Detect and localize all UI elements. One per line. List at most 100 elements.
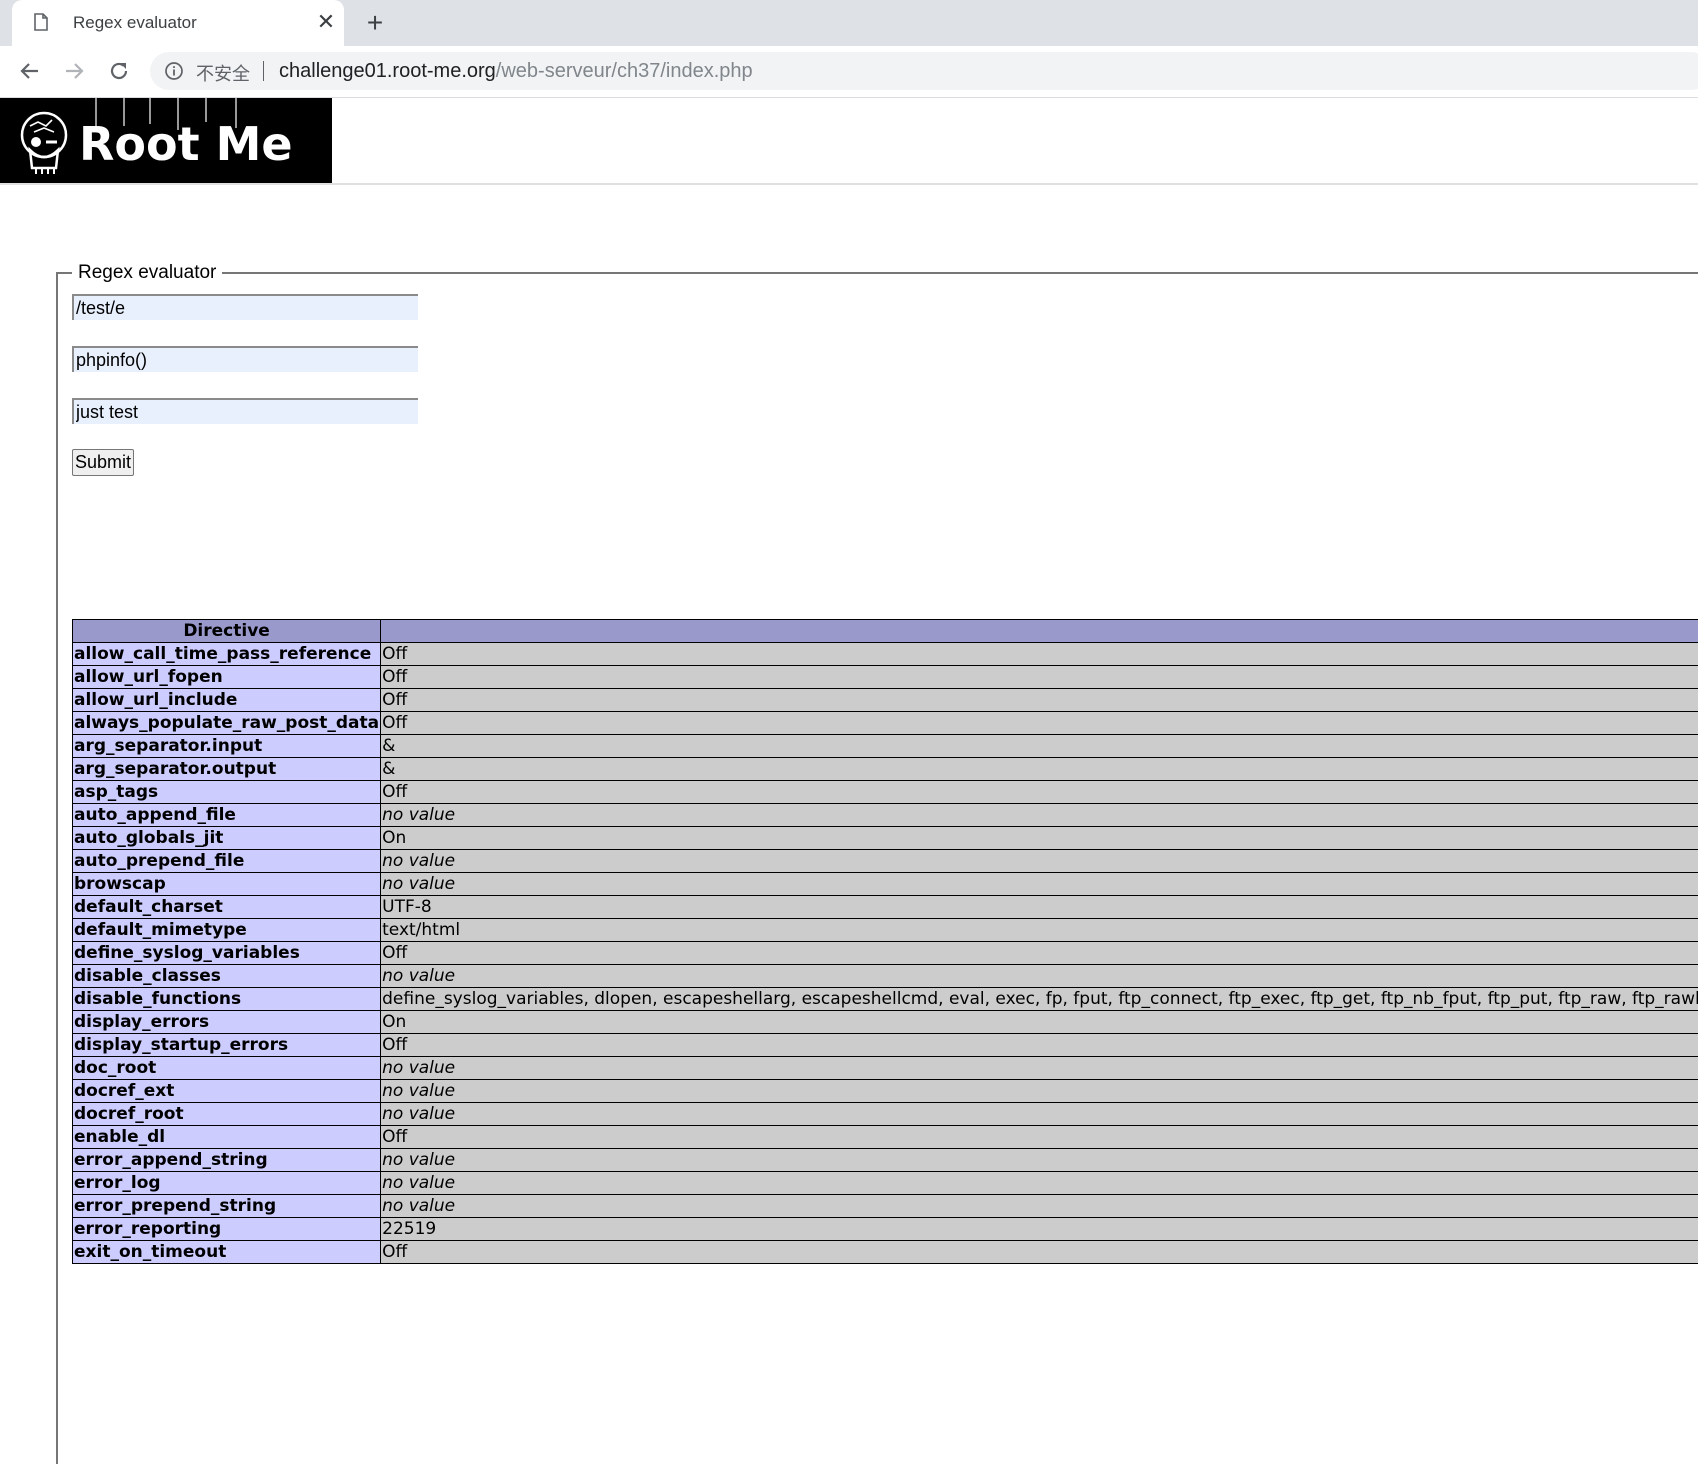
table-row: error_prepend_stringno value [73,1195,1698,1218]
table-row: auto_globals_jitOn [73,827,1698,850]
close-tab-icon[interactable]: ✕ [314,10,338,34]
directive-name: allow_url_include [73,689,381,712]
directive-value: no value [381,873,1698,896]
directive-value: no value [381,804,1698,827]
table-row: error_append_stringno value [73,1149,1698,1172]
directive-name: allow_url_fopen [73,666,381,689]
directive-name: arg_separator.input [73,735,381,758]
directive-value: no value [381,850,1698,873]
root-me-banner: Root Me [0,98,332,183]
table-header-row: Directive [73,620,1698,643]
directive-name: default_mimetype [73,919,381,942]
directive-name: docref_ext [73,1080,381,1103]
directive-name: error_append_string [73,1149,381,1172]
search-input[interactable] [72,294,418,320]
directive-name: error_reporting [73,1218,381,1241]
replace-input[interactable] [72,346,418,372]
table-row: doc_rootno value [73,1057,1698,1080]
directive-value: text/html [381,919,1698,942]
directive-value: Off [381,942,1698,965]
directive-name: asp_tags [73,781,381,804]
directive-value: no value [381,1172,1698,1195]
table-row: default_mimetypetext/html [73,919,1698,942]
table-row: exit_on_timeoutOff [73,1241,1698,1264]
table-row: auto_append_fileno value [73,804,1698,827]
directive-name: docref_root [73,1103,381,1126]
back-arrow-icon[interactable] [17,58,43,84]
table-row: allow_url_fopenOff [73,666,1698,689]
table-row: default_charsetUTF-8 [73,896,1698,919]
url-host: challenge01.root-me.org [279,60,496,82]
table-row: display_errorsOn [73,1011,1698,1034]
fieldset-legend: Regex evaluator [72,262,222,284]
directive-value: Off [381,781,1698,804]
active-tab[interactable]: Regex evaluator ✕ [12,0,344,46]
forward-arrow-icon[interactable] [61,58,87,84]
directive-value: Off [381,1126,1698,1149]
table-row: define_syslog_variablesOff [73,942,1698,965]
table-row: disable_functionsdefine_syslog_variables… [73,988,1698,1011]
submit-button[interactable]: Submit [72,449,134,476]
reload-icon[interactable] [106,58,132,84]
table-row: arg_separator.input& [73,735,1698,758]
directive-name: display_startup_errors [73,1034,381,1057]
table-row: docref_extno value [73,1080,1698,1103]
directive-value: 22519 [381,1218,1698,1241]
table-row: allow_call_time_pass_referenceOff [73,643,1698,666]
directive-value: no value [381,1149,1698,1172]
directive-name: doc_root [73,1057,381,1080]
directive-name: auto_globals_jit [73,827,381,850]
directive-name: auto_append_file [73,804,381,827]
directive-value: & [381,758,1698,781]
table-row: docref_rootno value [73,1103,1698,1126]
address-separator [263,61,264,81]
directive-value: Off [381,712,1698,735]
directive-value: Off [381,689,1698,712]
table-row: browscapno value [73,873,1698,896]
phpinfo-table: Directive allow_call_time_pass_reference… [72,619,1698,1264]
url-path: /web-serveur/ch37/index.php [496,60,753,82]
table-row: disable_classesno value [73,965,1698,988]
directive-value: On [381,827,1698,850]
content-input[interactable] [72,398,418,424]
directive-name: always_populate_raw_post_data [73,712,381,735]
table-row: error_logno value [73,1172,1698,1195]
directive-value: define_syslog_variables, dlopen, escapes… [381,988,1698,1011]
table-row: arg_separator.output& [73,758,1698,781]
directive-value: no value [381,965,1698,988]
directive-name: default_charset [73,896,381,919]
directive-value: no value [381,1080,1698,1103]
directive-value: On [381,1011,1698,1034]
directive-header: Directive [73,620,381,643]
directive-name: display_errors [73,1011,381,1034]
directive-value: UTF-8 [381,896,1698,919]
browser-toolbar: 不安全 challenge01.root-me.org/web-serveur/… [0,46,1698,98]
address-bar[interactable]: 不安全 challenge01.root-me.org/web-serveur/… [150,52,1698,90]
directive-value: Off [381,1241,1698,1264]
value-header [381,620,1698,643]
table-row: display_startup_errorsOff [73,1034,1698,1057]
table-row: error_reporting22519 [73,1218,1698,1241]
directive-value: & [381,735,1698,758]
info-icon[interactable] [164,61,184,81]
directive-value: no value [381,1057,1698,1080]
header-divider [0,183,1698,185]
not-secure-label: 不安全 [196,60,250,86]
table-row: asp_tagsOff [73,781,1698,804]
directive-value: Off [381,643,1698,666]
table-row: always_populate_raw_post_dataOff [73,712,1698,735]
directive-name: enable_dl [73,1126,381,1149]
directive-value: Off [381,1034,1698,1057]
directive-name: allow_call_time_pass_reference [73,643,381,666]
url-text: challenge01.root-me.org/web-serveur/ch37… [279,60,753,83]
new-tab-button[interactable]: + [360,8,390,38]
skull-icon [22,113,66,174]
root-me-logo: Root Me [0,98,332,183]
directive-name: disable_functions [73,988,381,1011]
browser-tabstrip: Regex evaluator ✕ + [0,0,1698,46]
directive-value: no value [381,1195,1698,1218]
directive-name: error_prepend_string [73,1195,381,1218]
table-row: enable_dlOff [73,1126,1698,1149]
table-row: auto_prepend_fileno value [73,850,1698,873]
tab-title: Regex evaluator [73,13,197,33]
